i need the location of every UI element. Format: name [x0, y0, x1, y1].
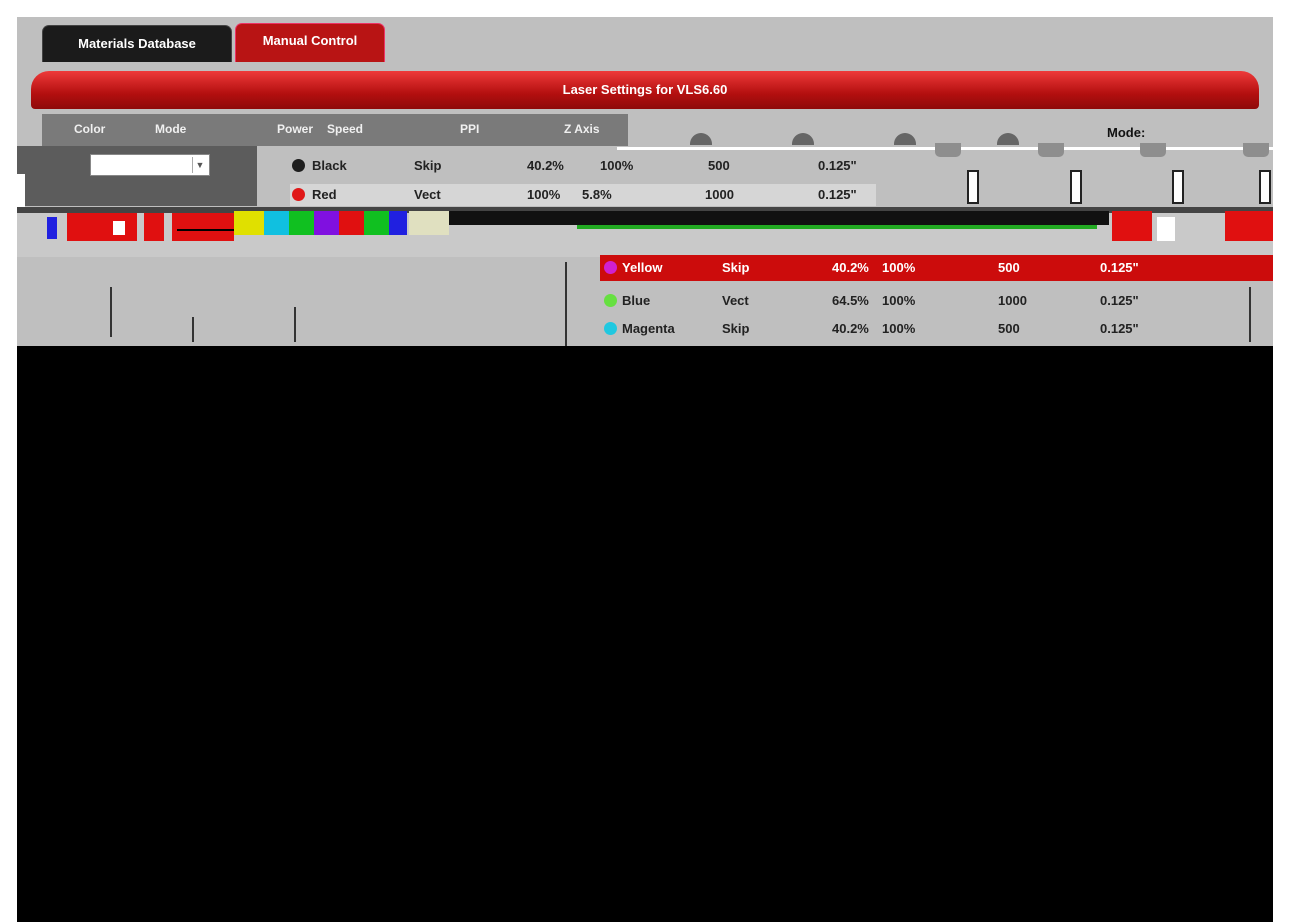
row-color: Blue	[622, 293, 651, 308]
row-z-axis: 0.125"	[1100, 260, 1139, 275]
color-dot-icon	[604, 322, 617, 335]
row-z-axis: 0.125"	[1100, 293, 1139, 308]
row-power: 40.2%	[832, 321, 869, 336]
knob-icon[interactable]	[894, 133, 916, 145]
indicator-icon	[935, 143, 961, 157]
row-power: 40.2%	[832, 260, 869, 275]
mode-slot[interactable]	[1070, 170, 1082, 204]
app-window: Materials Database Manual Control Laser …	[17, 17, 1273, 922]
color-dot-icon	[292, 188, 305, 201]
row-z-axis: 0.125"	[1100, 321, 1139, 336]
laser-settings-panel: Materials Database Manual Control Laser …	[17, 17, 1273, 346]
color-dot-icon	[292, 159, 305, 172]
divider	[565, 262, 567, 346]
row-mode: Skip	[414, 158, 442, 173]
row-mode: Skip	[722, 321, 750, 336]
row-mode: Vect	[722, 293, 749, 308]
row-ppi: 1000	[998, 293, 1027, 308]
mode-slot[interactable]	[967, 170, 979, 204]
column-speed: Speed	[327, 122, 364, 136]
mode-slot[interactable]	[1259, 170, 1271, 204]
row-z-axis: 0.125"	[818, 158, 857, 173]
row-speed: 100%	[600, 158, 634, 173]
indicator-icon	[1243, 143, 1269, 157]
row-mode: Vect	[414, 187, 441, 202]
color-dot-icon	[604, 261, 617, 274]
row-power: 40.2%	[527, 158, 564, 173]
row-color: Yellow	[622, 260, 663, 275]
column-power: Power	[277, 122, 314, 136]
table-row[interactable]: Red Vect 100% 5.8% 1000 0.125"	[290, 184, 876, 206]
table-row[interactable]: Yellow Skip 40.2% 100% 500 0.125"	[600, 255, 1273, 281]
row-speed: 100%	[882, 260, 916, 275]
row-speed: 100%	[882, 293, 916, 308]
table-row[interactable]: Black Skip 40.2% 100% 500 0.125"	[290, 155, 876, 177]
chevron-down-icon[interactable]: ▼	[192, 157, 207, 173]
row-ppi: 500	[998, 321, 1020, 336]
column-color: Color	[74, 122, 106, 136]
row-ppi: 500	[708, 158, 730, 173]
divider	[110, 287, 112, 337]
row-color: Red	[312, 187, 337, 202]
tab-materials-database[interactable]: Materials Database	[42, 25, 232, 62]
page-title: Laser Settings for VLS6.60	[31, 71, 1259, 109]
column-z-axis: Z Axis	[564, 122, 600, 136]
divider	[294, 307, 296, 342]
row-power: 100%	[527, 187, 561, 202]
knob-icon[interactable]	[997, 133, 1019, 145]
column-ppi: PPI	[460, 122, 480, 136]
preset-dropdown[interactable]: ▼	[90, 154, 210, 176]
tab-manual-control[interactable]: Manual Control	[235, 23, 385, 62]
color-dot-icon	[604, 294, 617, 307]
row-speed: 5.8%	[582, 187, 612, 202]
knob-icon[interactable]	[792, 133, 814, 145]
column-mode: Mode	[155, 122, 187, 136]
row-mode: Skip	[722, 260, 750, 275]
mode-label: Mode:	[1107, 125, 1146, 140]
row-color: Black	[312, 158, 347, 173]
indicator-icon	[1038, 143, 1064, 157]
row-speed: 100%	[882, 321, 916, 336]
mode-slot[interactable]	[1172, 170, 1184, 204]
table-row[interactable]: Blue Vect 64.5% 100% 1000 0.125"	[600, 288, 1273, 314]
divider	[192, 317, 194, 342]
knob-icon[interactable]	[690, 133, 712, 145]
indicator-icon	[1140, 143, 1166, 157]
row-ppi: 500	[998, 260, 1020, 275]
row-ppi: 1000	[705, 187, 734, 202]
table-row[interactable]: Magenta Skip 40.2% 100% 500 0.125"	[600, 316, 1273, 342]
table-header: Color Mode Power Speed PPI Z Axis	[42, 114, 628, 146]
row-z-axis: 0.125"	[818, 187, 857, 202]
render-artifact-band	[17, 207, 1273, 257]
row-power: 64.5%	[832, 293, 869, 308]
row-color: Magenta	[622, 321, 675, 336]
